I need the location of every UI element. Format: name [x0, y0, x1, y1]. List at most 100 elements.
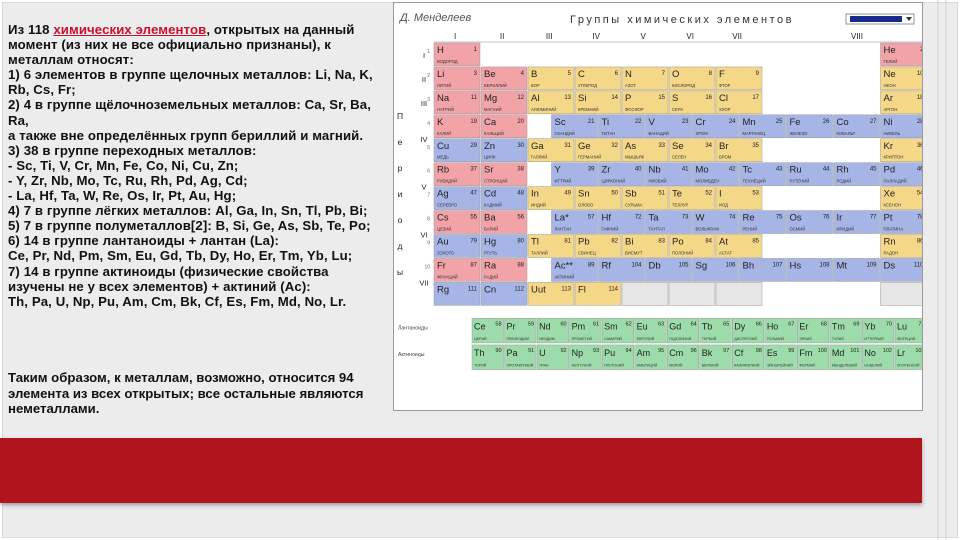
element-cell[interactable]: Re 75 РЕНИЙ	[739, 210, 786, 234]
element-cell[interactable]: Br 35 БРОМ	[715, 138, 763, 162]
actinide-cell[interactable]: U 92 УРАН	[536, 344, 569, 370]
element-cell[interactable]: Rf 104	[598, 258, 645, 282]
element-cell[interactable]: Al 13 АЛЮМИНИЙ	[527, 90, 575, 115]
element-cell[interactable]: Fl 114	[574, 282, 622, 306]
element-cell[interactable]: Ni 28 НИКЕЛЬ	[880, 114, 927, 139]
element-cell[interactable]: Zn 30 ЦИНК	[480, 138, 528, 162]
element-cell[interactable]: H 1ВОДОРОД	[433, 42, 481, 67]
element-cell[interactable]: Bh 107	[739, 258, 786, 282]
element-cell[interactable]: Ag 47 СЕРЕБРО	[433, 186, 481, 210]
element-cell[interactable]: Ds 110	[880, 258, 927, 282]
element-cell[interactable]: Nb 41 НИОБИЙ	[645, 162, 692, 186]
lanthanide-cell[interactable]: Yb 70 ИТТЕРБИЙ	[862, 318, 895, 344]
element-cell[interactable]	[715, 282, 763, 306]
element-cell[interactable]: Os 76 ОСМИЙ	[786, 210, 833, 234]
element-cell[interactable]: C 6УГЛЕРОД	[574, 66, 622, 91]
element-cell[interactable]: Na 11 НАТРИЙ	[433, 90, 481, 115]
element-cell[interactable]: Hf 72 ГАФНИЙ	[598, 210, 645, 234]
element-cell[interactable]: Rh 45 РОДИЙ	[833, 162, 880, 186]
element-cell[interactable]: Y 39 ИТТРИЙ	[551, 162, 598, 186]
actinide-cell[interactable]: Cm 96 КЮРИЙ	[666, 344, 700, 370]
element-cell[interactable]: Ge 32 ГЕРМАНИЙ	[574, 138, 622, 162]
element-cell[interactable]: Ne 10 НЕОН	[880, 66, 927, 91]
actinide-cell[interactable]: Th 90 ТОРИЙ	[471, 344, 504, 370]
element-cell[interactable]: V 23 ВАНАДИЙ	[645, 114, 692, 139]
element-cell[interactable]: F 9ФТОР	[715, 66, 763, 91]
actinide-cell[interactable]: Am 95 АМЕРИЦИЙ	[634, 344, 667, 370]
actinide-cell[interactable]: Cf 98 КАЛИФОРНИЙ	[732, 344, 765, 370]
lanthanide-cell[interactable]: Ho 67 ГОЛЬМИЙ	[764, 318, 797, 344]
element-cell[interactable]: Rb 37 РУБИДИЙ	[433, 162, 481, 186]
element-cell[interactable]: N 7АЗОТ	[621, 66, 669, 91]
element-cell[interactable]: Tl 81 ТАЛЛИЙ	[527, 234, 575, 258]
lanthanide-cell[interactable]: Sm 62 САМАРИЙ	[601, 318, 634, 344]
actinide-cell[interactable]: Pa 91 ПРОТАКТИНИЙ	[504, 344, 537, 370]
element-cell[interactable]: Ar 18 АРГОН	[880, 90, 927, 115]
element-cell[interactable]: Mn 25 МАРГАНЕЦ	[739, 114, 786, 139]
element-cell[interactable]: Cd 48 КАДМИЙ	[480, 186, 528, 210]
element-cell[interactable]: Bi 83 ВИСМУТ	[621, 234, 669, 258]
element-cell[interactable]: K 19 КАЛИЙ	[433, 114, 481, 139]
element-cell[interactable]: Sc 21 СКАНДИЙ	[551, 114, 598, 139]
element-cell[interactable]: Mo 42 МОЛИБДЕН	[692, 162, 739, 186]
element-cell[interactable]: Ca 20 КАЛЬЦИЙ	[480, 114, 528, 139]
element-cell[interactable]: Tc 43 ТЕХНЕЦИЙ	[739, 162, 786, 186]
element-cell[interactable]: Cr 24 ХРОМ	[692, 114, 739, 139]
element-cell[interactable]	[621, 282, 669, 306]
actinide-cell[interactable]: Np 93 НЕПТУНИЙ	[569, 344, 602, 370]
element-cell[interactable]: As 33 МЫШЬЯК	[621, 138, 669, 162]
element-cell[interactable]: Xe 54 КСЕНОН	[880, 186, 927, 210]
element-cell[interactable]: Si 14 КРЕМНИЙ	[574, 90, 622, 115]
element-cell[interactable]: Li 3ЛИТИЙ	[433, 66, 481, 91]
element-cell[interactable]: Te 52 ТЕЛЛУР	[668, 186, 716, 210]
actinide-cell[interactable]: Md 101 МЕНДЕЛЕВИЙ	[829, 344, 862, 370]
element-cell[interactable]: Se 34 СЕЛЕН	[668, 138, 716, 162]
element-cell[interactable]: Fe 26 ЖЕЛЕЗО	[786, 114, 833, 139]
lanthanide-cell[interactable]: Tb 65 ТЕРБИЙ	[699, 318, 732, 344]
actinide-cell[interactable]: No 102 НОБЕЛИЙ	[862, 344, 895, 370]
lanthanide-cell[interactable]: Dy 66 ДИСПРОЗИЙ	[732, 318, 765, 344]
element-cell[interactable]: Sr 38 СТРОНЦИЙ	[480, 162, 528, 186]
element-cell[interactable]: La* 57 ЛАНТАН	[551, 210, 598, 234]
element-cell[interactable]: Cs 55 ЦЕЗИЙ	[433, 210, 481, 234]
element-cell[interactable]: P 15 ФОСФОР	[621, 90, 669, 115]
element-cell[interactable]: W 74 ВОЛЬФРАМ	[692, 210, 739, 234]
element-cell[interactable]: Cl 17 ХЛОР	[715, 90, 763, 115]
element-cell[interactable]: Cn 112	[480, 282, 528, 306]
element-cell[interactable]: Fr 87 ФРАНЦИЙ	[433, 258, 481, 282]
lanthanide-cell[interactable]: Tm 69 ТУЛИЙ	[829, 318, 862, 344]
element-cell[interactable]: Sg 106	[692, 258, 739, 282]
element-cell[interactable]: Pt 78 ПЛАТИНА	[880, 210, 927, 234]
element-cell[interactable]: Zr 40 ЦИРКОНИЙ	[598, 162, 645, 186]
element-cell[interactable]: S 16 СЕРА	[668, 90, 716, 115]
element-cell[interactable]: Ta 73 ТАНТАЛ	[645, 210, 692, 234]
element-cell[interactable]: Be 4БЕРИЛЛИЙ	[480, 66, 528, 91]
actinide-cell[interactable]: Es 99 ЭЙНШТЕЙНИЙ	[764, 344, 797, 370]
element-cell[interactable]: Uut 113	[527, 282, 575, 306]
element-cell[interactable]: Pb 82 СВИНЕЦ	[574, 234, 622, 258]
element-cell[interactable]: He 2 ГЕЛИЙ	[880, 42, 927, 67]
lanthanide-cell[interactable]: Ce 58 ЦЕРИЙ	[471, 318, 504, 344]
element-cell[interactable]: Rg 111	[433, 282, 481, 306]
hyperlink-chemical-elements[interactable]: химических элементов	[53, 22, 206, 37]
actinide-cell[interactable]: Bk 97 БЕРКЛИЙ	[699, 344, 732, 370]
lanthanide-cell[interactable]: Er 68 ЭРБИЙ	[797, 318, 830, 344]
actinide-cell[interactable]: Fm 100 ФЕРМИЙ	[797, 344, 830, 370]
lanthanide-cell[interactable]: Nd 60 НЕОДИМ	[536, 318, 569, 344]
element-cell[interactable]: O 8КИСЛОРОД	[668, 66, 716, 91]
element-cell[interactable]: In 49 ИНДИЙ	[527, 186, 575, 210]
lanthanide-cell[interactable]: Gd 64 ГАДОЛИНИЙ	[666, 318, 700, 344]
element-cell[interactable]: Sn 50 ОЛОВО	[574, 186, 622, 210]
element-cell[interactable]: Mg 12 МАГНИЙ	[480, 90, 528, 115]
actinide-cell[interactable]: Pu 94 ПЛУТОНИЙ	[601, 344, 634, 370]
element-cell[interactable]: Pd 46 ПАЛЛАДИЙ	[880, 162, 927, 186]
element-cell[interactable]: Hs 108	[786, 258, 833, 282]
element-cell[interactable]: Sb 51 СУРЬМА	[621, 186, 669, 210]
element-cell[interactable]: Po 84 ПОЛОНИЙ	[668, 234, 716, 258]
element-cell[interactable]: Mt 109	[833, 258, 880, 282]
actinide-cell[interactable]: Lr 103 ЛОУРЕНСИЙ	[894, 344, 927, 370]
element-cell[interactable]: Ac** 89 АКТИНИЙ	[551, 258, 598, 282]
element-cell[interactable]: Au 79 ЗОЛОТО	[433, 234, 481, 258]
element-cell[interactable]: Ti 22 ТИТАН	[598, 114, 645, 139]
element-cell[interactable]: Hg 80 РТУТЬ	[480, 234, 528, 258]
